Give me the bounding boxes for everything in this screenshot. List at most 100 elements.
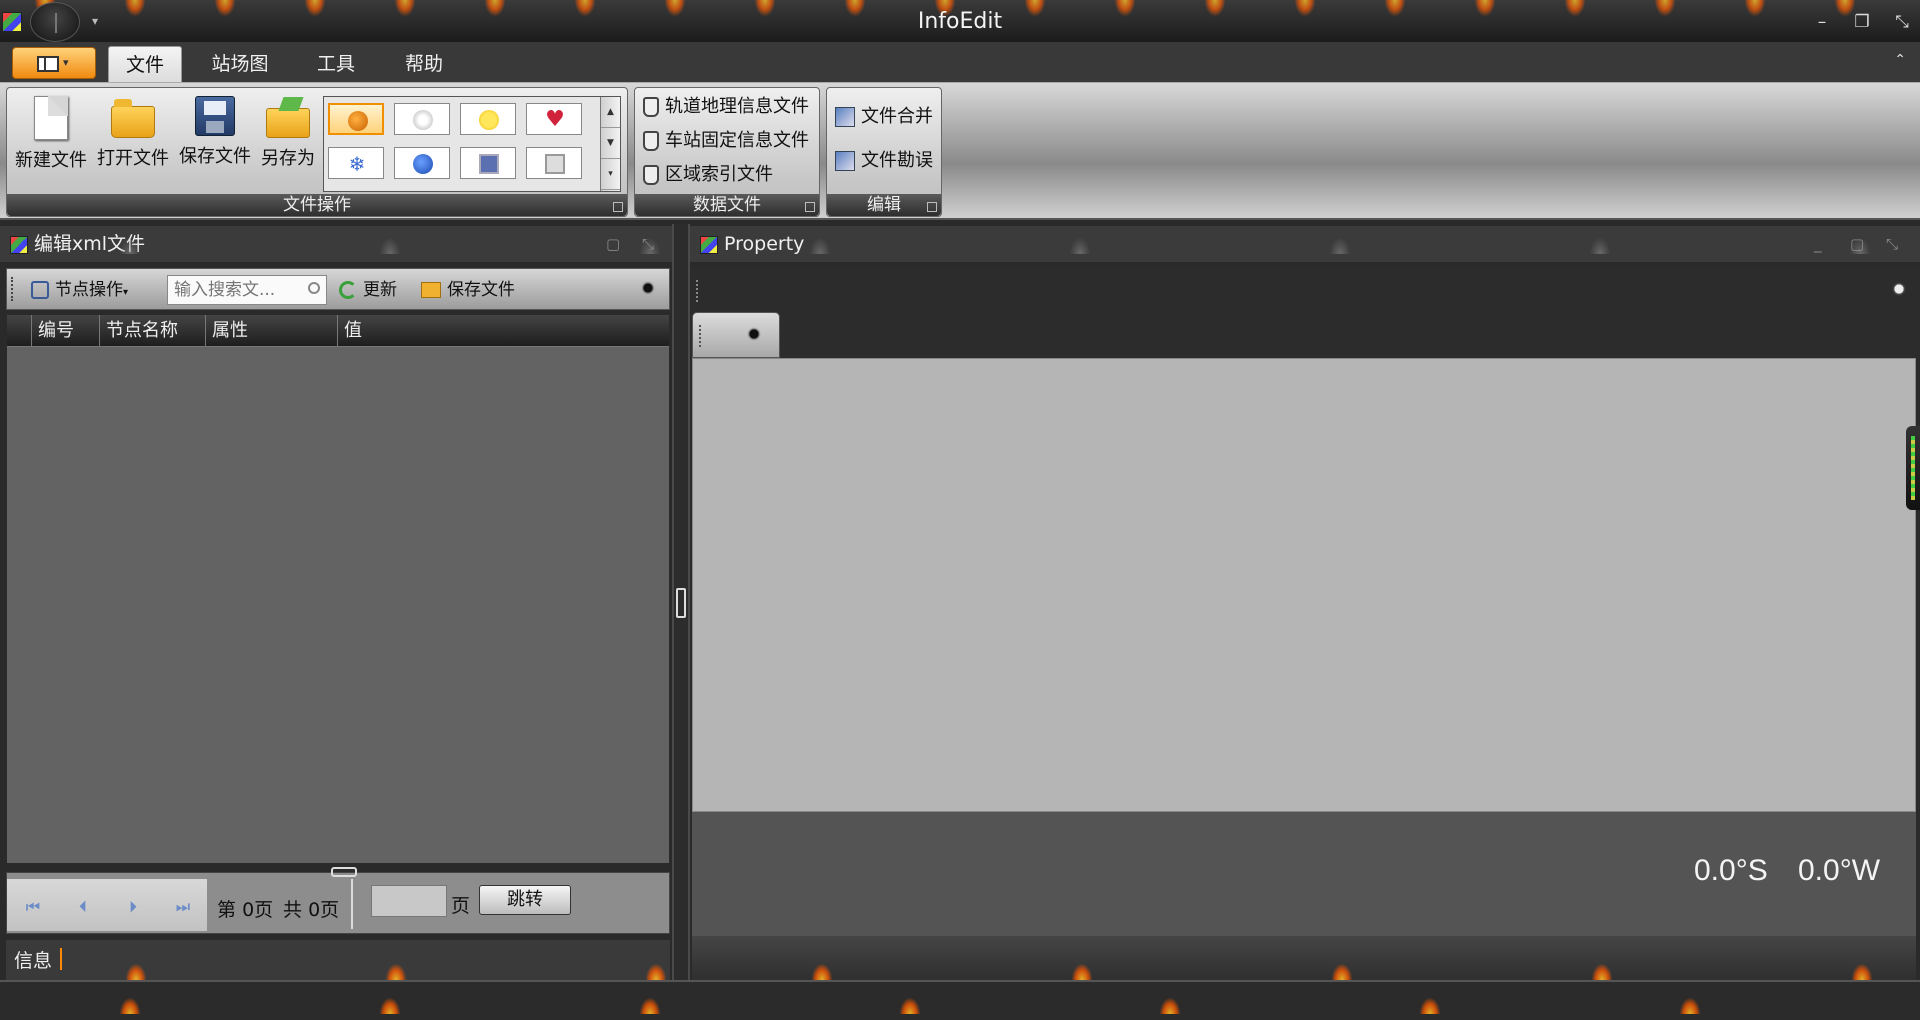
application-menu-button[interactable]: ▾ — [12, 47, 96, 79]
save-as-folder-icon — [266, 108, 310, 138]
gallery-item-pumpkin[interactable] — [328, 103, 384, 135]
style-gallery: ♥ ❄ ▲ ▼ ▾ — [323, 96, 621, 192]
separator — [351, 879, 359, 929]
open-file-button[interactable]: 打开文件 — [93, 94, 173, 184]
dialog-launcher-icon[interactable] — [805, 202, 815, 212]
gallery-down-icon[interactable]: ▼ — [601, 128, 620, 159]
gallery-item-sun[interactable] — [460, 103, 516, 135]
column-header-attribute[interactable]: 属性 — [205, 315, 337, 347]
bottom-decoration-strip — [0, 980, 1920, 1020]
jump-button[interactable]: 跳转 — [479, 885, 571, 915]
new-file-label: 新建文件 — [15, 150, 87, 171]
first-page-icon[interactable]: ⏮ — [13, 893, 53, 921]
column-header-id[interactable]: 编号 — [31, 315, 99, 347]
search-icon[interactable] — [308, 282, 320, 294]
fullscreen-icon[interactable]: ⤡ — [1890, 10, 1914, 34]
open-folder-icon — [111, 99, 155, 138]
chevron-down-icon: ▾ — [123, 287, 129, 298]
gallery-item-flower[interactable] — [394, 103, 450, 135]
tab-file[interactable]: 文件 — [108, 46, 182, 82]
chevron-down-icon: ▾ — [63, 56, 69, 69]
previous-page-icon[interactable]: ⏴ — [63, 893, 103, 921]
ribbon-collapse-icon[interactable]: ⌃ — [1894, 52, 1906, 68]
gallery-item-snowflake[interactable]: ❄ — [328, 147, 384, 179]
gray-square-icon — [545, 154, 565, 174]
flower-icon — [413, 110, 433, 130]
file-merge-button[interactable]: 文件合并 — [835, 102, 933, 132]
minimize-icon[interactable]: _ — [1814, 226, 1822, 262]
refresh-icon — [339, 281, 357, 299]
area-index-file-button[interactable]: 区域索引文件 — [643, 160, 773, 190]
splitter-grip-icon[interactable] — [676, 588, 686, 618]
spider-icon[interactable] — [1890, 280, 1908, 301]
left-status-bar: 信息 — [6, 940, 670, 980]
page-number-input[interactable] — [371, 885, 447, 917]
sun-icon — [479, 110, 499, 130]
search-field[interactable] — [167, 275, 327, 305]
side-scroll-handle[interactable] — [1906, 426, 1920, 510]
correction-icon — [835, 151, 855, 171]
save-file-button[interactable]: 保存文件 — [175, 94, 255, 184]
search-input[interactable] — [174, 280, 294, 300]
next-page-icon[interactable]: ⏵ — [113, 893, 153, 921]
tab-tools[interactable]: 工具 — [300, 46, 372, 82]
toolbar-grip[interactable] — [696, 280, 700, 302]
group-label-data-files: 数据文件 — [635, 194, 819, 216]
save-file-label: 保存文件 — [179, 146, 251, 167]
maximize-icon[interactable]: ▢ — [606, 226, 620, 262]
dialog-launcher-icon[interactable] — [927, 202, 937, 212]
property-canvas[interactable] — [692, 358, 1916, 812]
left-toolbar: 节点操作▾ 更新 保存文件 — [6, 268, 670, 310]
toolbar-grip[interactable] — [699, 325, 703, 347]
column-header-node-name[interactable]: 节点名称 — [99, 315, 205, 347]
panel-splitter[interactable] — [672, 224, 690, 980]
group-data-files: 轨道地理信息文件 车站固定信息文件 区域索引文件 数据文件 — [634, 87, 820, 217]
spider-icon[interactable] — [745, 325, 763, 346]
pumpkin-icon — [348, 111, 368, 131]
gallery-scroll[interactable]: ▲ ▼ ▾ — [600, 97, 620, 191]
app-menu-icon — [37, 56, 59, 72]
fullscreen-icon[interactable]: ⤡ — [1886, 226, 1898, 262]
heart-icon: ♥ — [545, 107, 565, 132]
folder-icon — [421, 282, 441, 298]
gallery-expand-icon[interactable]: ▾ — [601, 159, 620, 190]
new-file-button[interactable]: 新建文件 — [11, 94, 91, 184]
minimize-icon[interactable]: – — [1810, 10, 1834, 34]
station-fixed-info-file-button[interactable]: 车站固定信息文件 — [643, 126, 809, 156]
new-document-icon — [34, 96, 68, 140]
restore-icon[interactable]: ❐ — [1850, 10, 1874, 34]
ribbon-body: 新建文件 打开文件 保存文件 另存为 ♥ ❄ ▲ ▼ ▾ 文件操作 轨道地理信息… — [0, 82, 1920, 220]
property-toolbar-tab[interactable] — [692, 312, 780, 358]
save-file-toolbar-button[interactable]: 保存文件 — [421, 277, 515, 303]
title-bar: ▾ InfoEdit – ❐ ⤡ — [0, 0, 1920, 42]
group-file-operations: 新建文件 打开文件 保存文件 另存为 ♥ ❄ ▲ ▼ ▾ 文件操作 — [6, 87, 628, 217]
save-as-label: 另存为 — [261, 148, 315, 169]
gallery-item-blue-square[interactable] — [460, 147, 516, 179]
toolbar-grip[interactable] — [11, 277, 15, 301]
cup-icon — [643, 131, 659, 151]
longitude-readout: 0.0°W — [1798, 854, 1881, 887]
blue-square-icon — [479, 154, 499, 174]
save-as-button[interactable]: 另存为 — [253, 94, 323, 184]
column-header-value[interactable]: 值 — [337, 315, 669, 347]
window-title: InfoEdit — [917, 9, 1003, 34]
group-label-edit: 编辑 — [827, 194, 941, 216]
last-page-icon[interactable]: ⏭ — [163, 893, 203, 921]
gallery-item-heart[interactable]: ♥ — [526, 103, 582, 135]
gallery-item-gray-square[interactable] — [526, 147, 582, 179]
tab-help[interactable]: 帮助 — [388, 46, 460, 82]
refresh-button[interactable]: 更新 — [339, 277, 397, 303]
spider-icon[interactable] — [639, 277, 657, 303]
track-geo-info-file-button[interactable]: 轨道地理信息文件 — [643, 92, 809, 122]
fullscreen-icon[interactable]: ⤡ — [642, 226, 654, 262]
tab-station-map[interactable]: 站场图 — [200, 46, 280, 82]
resize-handle-icon[interactable] — [331, 867, 357, 877]
maximize-icon[interactable]: ▢ — [1850, 226, 1864, 262]
apple-icon — [413, 154, 433, 174]
gallery-up-icon[interactable]: ▲ — [601, 97, 620, 128]
open-file-label: 打开文件 — [97, 148, 169, 169]
file-correction-button[interactable]: 文件勘误 — [835, 146, 933, 176]
node-operations-dropdown[interactable]: 节点操作▾ — [31, 277, 128, 303]
dialog-launcher-icon[interactable] — [613, 202, 623, 212]
gallery-item-apple[interactable] — [394, 147, 450, 179]
